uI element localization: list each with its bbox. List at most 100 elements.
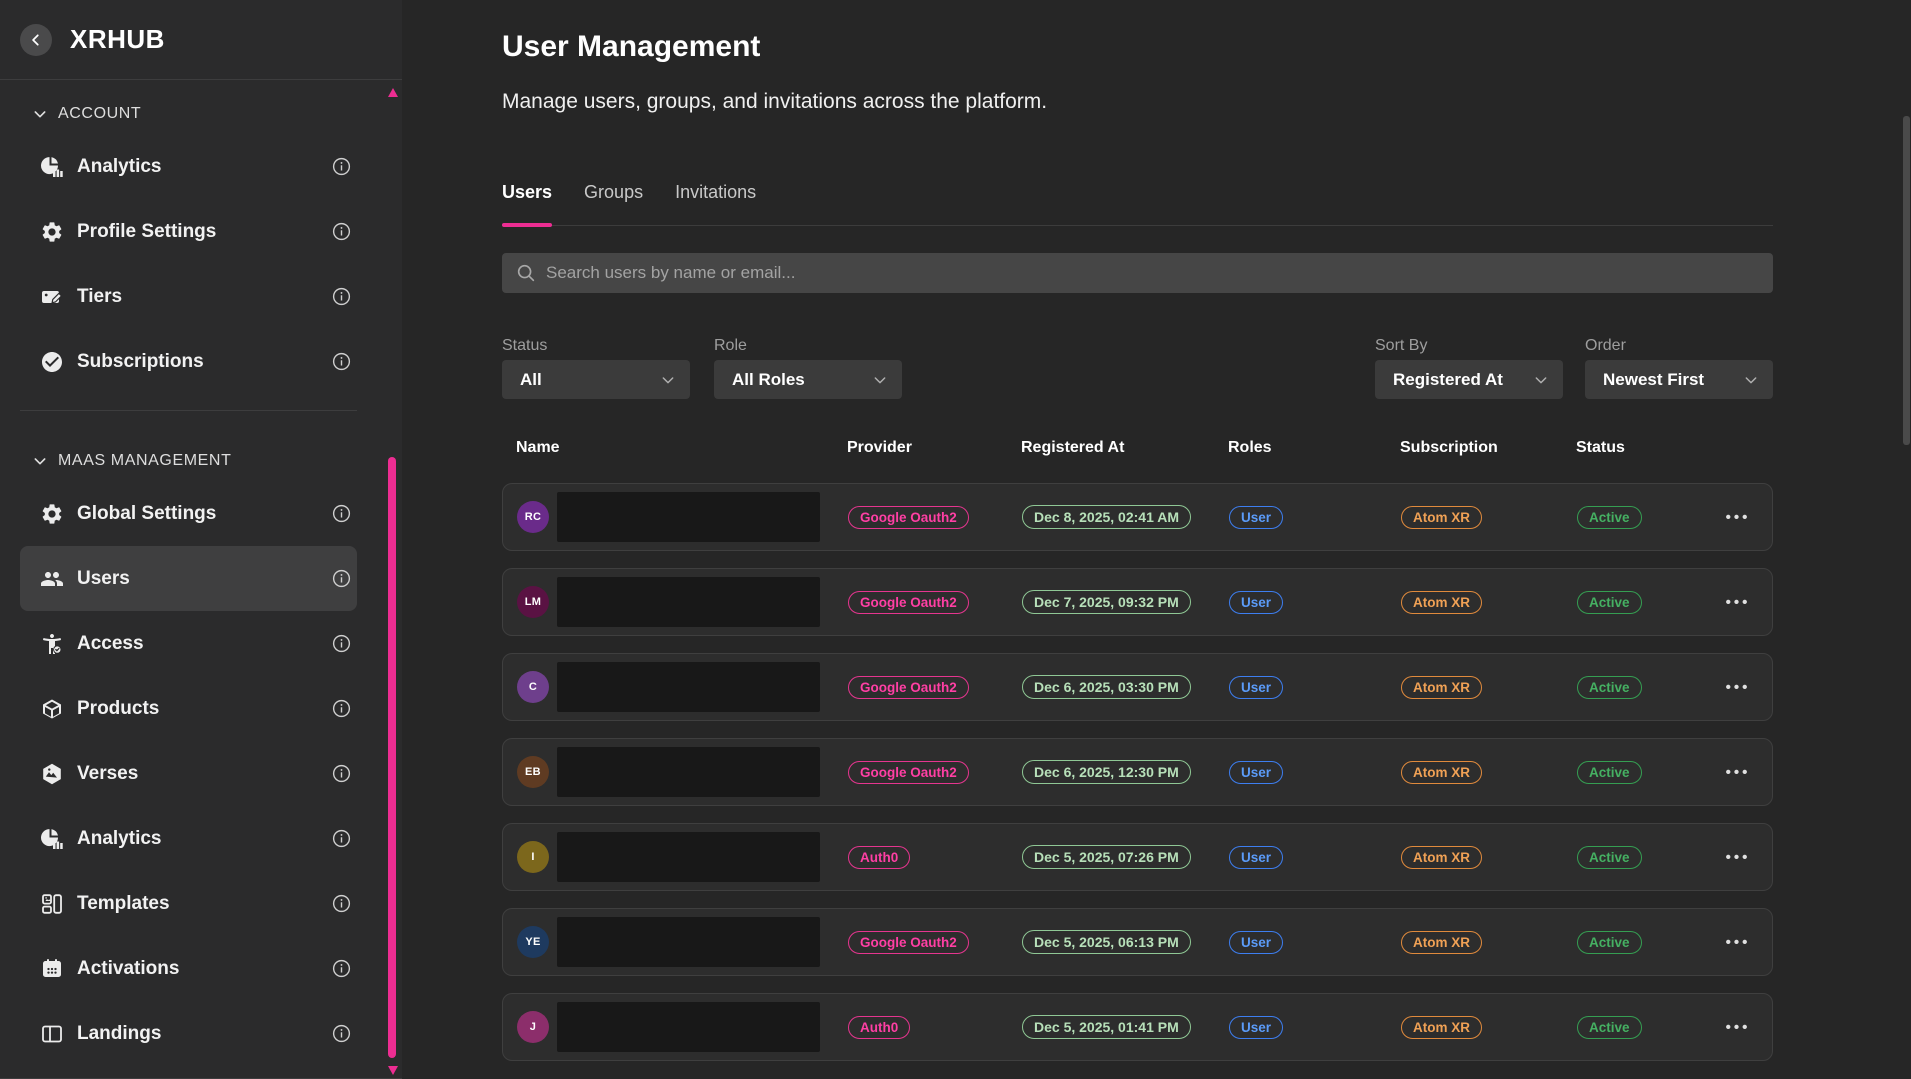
info-icon[interactable] bbox=[331, 503, 352, 524]
templates-icon bbox=[40, 892, 64, 916]
box-icon bbox=[40, 697, 64, 721]
row-menu-button[interactable]: ••• bbox=[1716, 849, 1760, 866]
scrollbar-thumb[interactable] bbox=[388, 457, 396, 1058]
verses-hexagon-icon bbox=[40, 762, 64, 786]
app-window: XRHUB ACCOUNT Analytics Profile Settings bbox=[0, 0, 1911, 1079]
page-title: User Management bbox=[502, 30, 1773, 64]
gear-icon bbox=[40, 220, 64, 244]
info-icon[interactable] bbox=[331, 221, 352, 242]
sidebar-item-products[interactable]: Products bbox=[20, 676, 357, 741]
avatar: RC bbox=[517, 501, 549, 533]
chevron-down-icon bbox=[1743, 372, 1759, 388]
sidebar-item-profile-settings[interactable]: Profile Settings bbox=[20, 199, 357, 264]
role-dropdown[interactable]: All Roles bbox=[714, 360, 902, 399]
role-badge: User bbox=[1229, 761, 1283, 784]
scrollbar-down-arrow[interactable] bbox=[388, 1066, 398, 1075]
info-icon[interactable] bbox=[331, 958, 352, 979]
sort-by-dropdown[interactable]: Registered At bbox=[1375, 360, 1563, 399]
tab-invitations[interactable]: Invitations bbox=[675, 182, 756, 225]
tab-users[interactable]: Users bbox=[502, 182, 552, 225]
sidebar-section-maas-management[interactable]: MAAS MANAGEMENT bbox=[20, 441, 357, 481]
sidebar-item-analytics[interactable]: Analytics bbox=[20, 134, 357, 199]
redacted-name-box bbox=[557, 1002, 820, 1052]
info-icon[interactable] bbox=[331, 1023, 352, 1044]
info-icon[interactable] bbox=[331, 893, 352, 914]
page-scrollbar-thumb[interactable] bbox=[1903, 116, 1910, 445]
scrollbar-up-arrow[interactable] bbox=[388, 88, 398, 97]
redacted-name-box bbox=[557, 492, 820, 542]
gear-icon bbox=[40, 502, 64, 526]
registered-at-badge: Dec 6, 2025, 03:30 PM bbox=[1022, 675, 1191, 699]
tab-bar: Users Groups Invitations bbox=[502, 182, 1773, 226]
provider-badge: Google Oauth2 bbox=[848, 676, 969, 699]
search-bar bbox=[502, 253, 1773, 293]
role-filter: Role All Roles bbox=[714, 336, 902, 399]
sidebar-item-label: Subscriptions bbox=[77, 351, 331, 373]
avatar: I bbox=[517, 841, 549, 873]
subscription-badge: Atom XR bbox=[1401, 676, 1482, 699]
role-badge: User bbox=[1229, 676, 1283, 699]
main-content: User Management Manage users, groups, an… bbox=[402, 0, 1911, 1079]
sidebar-item-users[interactable]: Users bbox=[20, 546, 357, 611]
row-menu-button[interactable]: ••• bbox=[1716, 1019, 1760, 1036]
info-icon[interactable] bbox=[331, 351, 352, 372]
chevron-down-icon bbox=[32, 106, 48, 122]
row-menu-button[interactable]: ••• bbox=[1716, 509, 1760, 526]
registered-at-badge: Dec 7, 2025, 09:32 PM bbox=[1022, 590, 1191, 614]
back-button[interactable] bbox=[20, 24, 52, 56]
sidebar-item-verses[interactable]: Verses bbox=[20, 741, 357, 806]
sidebar-item-templates[interactable]: Templates bbox=[20, 871, 357, 936]
status-badge: Active bbox=[1577, 761, 1642, 784]
info-icon[interactable] bbox=[331, 156, 352, 177]
layout-icon bbox=[40, 1022, 64, 1046]
avatar: YE bbox=[517, 926, 549, 958]
name-cell: I bbox=[517, 832, 848, 882]
sidebar-item-label: Tiers bbox=[77, 286, 331, 308]
search-input[interactable] bbox=[502, 253, 1773, 293]
table-header: Name Provider Registered At Roles Subscr… bbox=[502, 439, 1773, 457]
info-icon[interactable] bbox=[331, 568, 352, 589]
row-menu-button[interactable]: ••• bbox=[1716, 594, 1760, 611]
info-icon[interactable] bbox=[331, 286, 352, 307]
sidebar-item-tiers[interactable]: Tiers bbox=[20, 264, 357, 329]
subscription-badge: Atom XR bbox=[1401, 506, 1482, 529]
sidebar-item-label: Analytics bbox=[77, 828, 331, 850]
status-filter: Status All bbox=[502, 336, 690, 399]
sidebar-item-activations[interactable]: Activations bbox=[20, 936, 357, 1001]
sidebar-item-analytics-maas[interactable]: Analytics bbox=[20, 806, 357, 871]
tab-groups[interactable]: Groups bbox=[584, 182, 643, 225]
status-dropdown[interactable]: All bbox=[502, 360, 690, 399]
column-header-subscription: Subscription bbox=[1400, 439, 1576, 457]
sidebar-item-label: Activations bbox=[77, 958, 331, 980]
column-header-roles: Roles bbox=[1228, 439, 1400, 457]
sidebar-item-label: Verses bbox=[77, 763, 331, 785]
section-label: ACCOUNT bbox=[58, 105, 141, 123]
info-icon[interactable] bbox=[331, 828, 352, 849]
row-menu-button[interactable]: ••• bbox=[1716, 934, 1760, 951]
chevron-down-icon bbox=[660, 372, 676, 388]
info-icon[interactable] bbox=[331, 763, 352, 784]
name-cell: J bbox=[517, 1002, 848, 1052]
sidebar-item-label: Access bbox=[77, 633, 331, 655]
analytics-pie-icon bbox=[40, 827, 64, 851]
sidebar-item-landings[interactable]: Landings bbox=[20, 1001, 357, 1066]
table-row: EB Google Oauth2 Dec 6, 2025, 12:30 PM U… bbox=[502, 738, 1773, 806]
redacted-name-box bbox=[557, 917, 820, 967]
provider-badge: Auth0 bbox=[848, 846, 910, 869]
row-menu-button[interactable]: ••• bbox=[1716, 764, 1760, 781]
sidebar-item-global-settings[interactable]: Global Settings bbox=[20, 481, 357, 546]
sidebar-item-subscriptions[interactable]: Subscriptions bbox=[20, 329, 357, 394]
row-menu-button[interactable]: ••• bbox=[1716, 679, 1760, 696]
calendar-icon bbox=[40, 957, 64, 981]
order-dropdown[interactable]: Newest First bbox=[1585, 360, 1773, 399]
info-icon[interactable] bbox=[331, 698, 352, 719]
sidebar-item-access[interactable]: Access bbox=[20, 611, 357, 676]
registered-at-badge: Dec 5, 2025, 01:41 PM bbox=[1022, 1015, 1191, 1039]
redacted-name-box bbox=[557, 577, 820, 627]
info-icon[interactable] bbox=[331, 633, 352, 654]
provider-badge: Google Oauth2 bbox=[848, 761, 969, 784]
table-row: RC Google Oauth2 Dec 8, 2025, 02:41 AM U… bbox=[502, 483, 1773, 551]
sidebar-header: XRHUB bbox=[0, 0, 402, 80]
sidebar-section-account[interactable]: ACCOUNT bbox=[20, 94, 357, 134]
redacted-name-box bbox=[557, 832, 820, 882]
